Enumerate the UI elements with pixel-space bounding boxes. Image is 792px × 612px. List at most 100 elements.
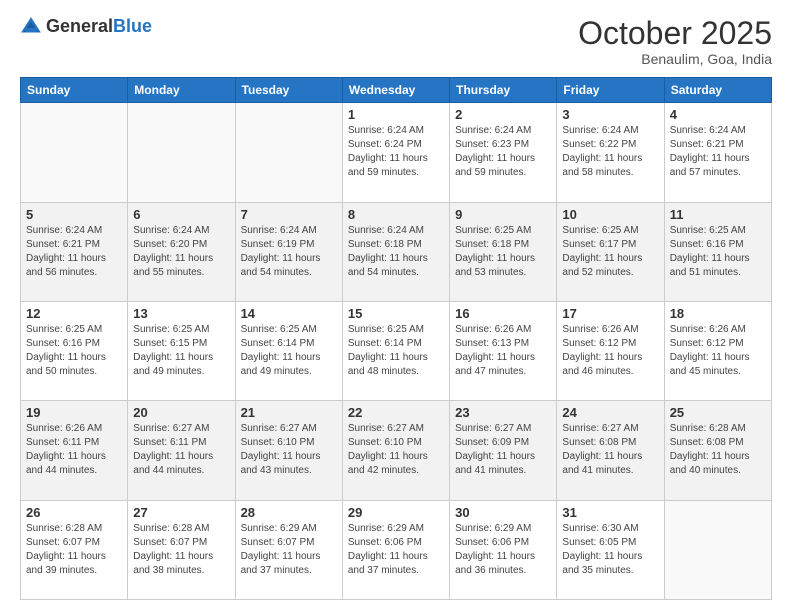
- day-info: Sunrise: 6:26 AM Sunset: 6:12 PM Dayligh…: [670, 323, 766, 379]
- day-info: Sunrise: 6:25 AM Sunset: 6:14 PM Dayligh…: [241, 323, 337, 379]
- month-title: October 2025: [578, 16, 772, 51]
- day-number: 28: [241, 505, 337, 520]
- calendar-cell: 11 Sunrise: 6:25 AM Sunset: 6:16 PM Dayli…: [664, 202, 771, 301]
- calendar-cell: 28 Sunrise: 6:29 AM Sunset: 6:07 PM Dayli…: [235, 500, 342, 599]
- day-info: Sunrise: 6:27 AM Sunset: 6:11 PM Dayligh…: [133, 422, 229, 478]
- day-info: Sunrise: 6:28 AM Sunset: 6:07 PM Dayligh…: [26, 522, 122, 578]
- day-number: 2: [455, 107, 551, 122]
- calendar-cell: 7Sunrise: 6:24 AM Sunset: 6:19 PM Daylig…: [235, 202, 342, 301]
- day-info: Sunrise: 6:24 AM Sunset: 6:20 PM Dayligh…: [133, 224, 229, 280]
- calendar-cell: 9Sunrise: 6:25 AM Sunset: 6:18 PM Daylig…: [450, 202, 557, 301]
- calendar-cell: [235, 103, 342, 202]
- calendar-cell: 25 Sunrise: 6:28 AM Sunset: 6:08 PM Dayli…: [664, 401, 771, 500]
- calendar-cell: 17 Sunrise: 6:26 AM Sunset: 6:12 PM Dayli…: [557, 301, 664, 400]
- calendar-cell: 10 Sunrise: 6:25 AM Sunset: 6:17 PM Dayli…: [557, 202, 664, 301]
- day-info: Sunrise: 6:27 AM Sunset: 6:10 PM Dayligh…: [241, 422, 337, 478]
- calendar-cell: 15Sunrise: 6:25 AM Sunset: 6:14 PM Dayli…: [342, 301, 449, 400]
- day-number: 16: [455, 306, 551, 321]
- day-info: Sunrise: 6:26 AM Sunset: 6:13 PM Dayligh…: [455, 323, 551, 379]
- calendar-cell: 16 Sunrise: 6:26 AM Sunset: 6:13 PM Dayli…: [450, 301, 557, 400]
- day-number: 13: [133, 306, 229, 321]
- calendar-week-row: 19Sunrise: 6:26 AM Sunset: 6:11 PM Dayli…: [21, 401, 772, 500]
- day-number: 21: [241, 405, 337, 420]
- calendar-cell: 31Sunrise: 6:30 AM Sunset: 6:05 PM Dayli…: [557, 500, 664, 599]
- logo-icon: [20, 16, 42, 38]
- day-info: Sunrise: 6:26 AM Sunset: 6:12 PM Dayligh…: [562, 323, 658, 379]
- logo-blue: Blue: [113, 16, 152, 36]
- day-info: Sunrise: 6:28 AM Sunset: 6:08 PM Dayligh…: [670, 422, 766, 478]
- day-info: Sunrise: 6:29 AM Sunset: 6:06 PM Dayligh…: [348, 522, 444, 578]
- day-number: 1: [348, 107, 444, 122]
- day-info: Sunrise: 6:29 AM Sunset: 6:06 PM Dayligh…: [455, 522, 551, 578]
- calendar-table: SundayMondayTuesdayWednesdayThursdayFrid…: [20, 77, 772, 600]
- calendar-cell: 3 Sunrise: 6:24 AM Sunset: 6:22 PM Daylig…: [557, 103, 664, 202]
- logo-general: General: [46, 16, 113, 36]
- calendar-cell: 18 Sunrise: 6:26 AM Sunset: 6:12 PM Dayli…: [664, 301, 771, 400]
- day-number: 9: [455, 207, 551, 222]
- calendar-cell: 19Sunrise: 6:26 AM Sunset: 6:11 PM Dayli…: [21, 401, 128, 500]
- day-info: Sunrise: 6:26 AM Sunset: 6:11 PM Dayligh…: [26, 422, 122, 478]
- calendar-cell: 24 Sunrise: 6:27 AM Sunset: 6:08 PM Dayli…: [557, 401, 664, 500]
- weekday-header-tuesday: Tuesday: [235, 78, 342, 103]
- calendar-cell: 1 Sunrise: 6:24 AM Sunset: 6:24 PM Daylig…: [342, 103, 449, 202]
- calendar-cell: 4 Sunrise: 6:24 AM Sunset: 6:21 PM Daylig…: [664, 103, 771, 202]
- header: GeneralBlue October 2025 Benaulim, Goa, …: [20, 16, 772, 67]
- day-info: Sunrise: 6:24 AM Sunset: 6:23 PM Dayligh…: [455, 124, 551, 180]
- day-number: 15: [348, 306, 444, 321]
- calendar-cell: 8 Sunrise: 6:24 AM Sunset: 6:18 PM Daylig…: [342, 202, 449, 301]
- day-number: 25: [670, 405, 766, 420]
- calendar-cell: [21, 103, 128, 202]
- weekday-header-monday: Monday: [128, 78, 235, 103]
- day-number: 6: [133, 207, 229, 222]
- day-info: Sunrise: 6:24 AM Sunset: 6:18 PM Dayligh…: [348, 224, 444, 280]
- day-number: 20: [133, 405, 229, 420]
- calendar-cell: 6 Sunrise: 6:24 AM Sunset: 6:20 PM Daylig…: [128, 202, 235, 301]
- day-info: Sunrise: 6:24 AM Sunset: 6:21 PM Dayligh…: [670, 124, 766, 180]
- day-number: 22: [348, 405, 444, 420]
- weekday-header-friday: Friday: [557, 78, 664, 103]
- day-number: 14: [241, 306, 337, 321]
- calendar-cell: 27Sunrise: 6:28 AM Sunset: 6:07 PM Dayli…: [128, 500, 235, 599]
- day-number: 11: [670, 207, 766, 222]
- day-number: 26: [26, 505, 122, 520]
- day-number: 24: [562, 405, 658, 420]
- day-number: 5: [26, 207, 122, 222]
- day-number: 10: [562, 207, 658, 222]
- day-info: Sunrise: 6:24 AM Sunset: 6:21 PM Dayligh…: [26, 224, 122, 280]
- day-number: 18: [670, 306, 766, 321]
- page: GeneralBlue October 2025 Benaulim, Goa, …: [0, 0, 792, 612]
- day-number: 12: [26, 306, 122, 321]
- day-info: Sunrise: 6:24 AM Sunset: 6:22 PM Dayligh…: [562, 124, 658, 180]
- day-info: Sunrise: 6:25 AM Sunset: 6:16 PM Dayligh…: [26, 323, 122, 379]
- day-number: 3: [562, 107, 658, 122]
- calendar-week-row: 26 Sunrise: 6:28 AM Sunset: 6:07 PM Dayli…: [21, 500, 772, 599]
- calendar-week-row: 1 Sunrise: 6:24 AM Sunset: 6:24 PM Daylig…: [21, 103, 772, 202]
- weekday-header-thursday: Thursday: [450, 78, 557, 103]
- day-number: 4: [670, 107, 766, 122]
- calendar-cell: 21 Sunrise: 6:27 AM Sunset: 6:10 PM Dayli…: [235, 401, 342, 500]
- calendar-cell: 5 Sunrise: 6:24 AM Sunset: 6:21 PM Daylig…: [21, 202, 128, 301]
- location: Benaulim, Goa, India: [578, 51, 772, 67]
- calendar-cell: 2 Sunrise: 6:24 AM Sunset: 6:23 PM Daylig…: [450, 103, 557, 202]
- calendar-cell: 12 Sunrise: 6:25 AM Sunset: 6:16 PM Dayli…: [21, 301, 128, 400]
- day-number: 8: [348, 207, 444, 222]
- day-number: 31: [562, 505, 658, 520]
- day-info: Sunrise: 6:25 AM Sunset: 6:17 PM Dayligh…: [562, 224, 658, 280]
- weekday-header-row: SundayMondayTuesdayWednesdayThursdayFrid…: [21, 78, 772, 103]
- calendar-cell: 23Sunrise: 6:27 AM Sunset: 6:09 PM Dayli…: [450, 401, 557, 500]
- day-info: Sunrise: 6:29 AM Sunset: 6:07 PM Dayligh…: [241, 522, 337, 578]
- day-number: 17: [562, 306, 658, 321]
- day-info: Sunrise: 6:25 AM Sunset: 6:15 PM Dayligh…: [133, 323, 229, 379]
- day-info: Sunrise: 6:25 AM Sunset: 6:16 PM Dayligh…: [670, 224, 766, 280]
- calendar-cell: 29Sunrise: 6:29 AM Sunset: 6:06 PM Dayli…: [342, 500, 449, 599]
- weekday-header-saturday: Saturday: [664, 78, 771, 103]
- day-info: Sunrise: 6:27 AM Sunset: 6:08 PM Dayligh…: [562, 422, 658, 478]
- calendar-cell: 22Sunrise: 6:27 AM Sunset: 6:10 PM Dayli…: [342, 401, 449, 500]
- calendar-cell: [128, 103, 235, 202]
- day-number: 30: [455, 505, 551, 520]
- calendar-cell: 13 Sunrise: 6:25 AM Sunset: 6:15 PM Dayli…: [128, 301, 235, 400]
- day-info: Sunrise: 6:27 AM Sunset: 6:09 PM Dayligh…: [455, 422, 551, 478]
- day-info: Sunrise: 6:24 AM Sunset: 6:24 PM Dayligh…: [348, 124, 444, 180]
- calendar-cell: [664, 500, 771, 599]
- day-info: Sunrise: 6:28 AM Sunset: 6:07 PM Dayligh…: [133, 522, 229, 578]
